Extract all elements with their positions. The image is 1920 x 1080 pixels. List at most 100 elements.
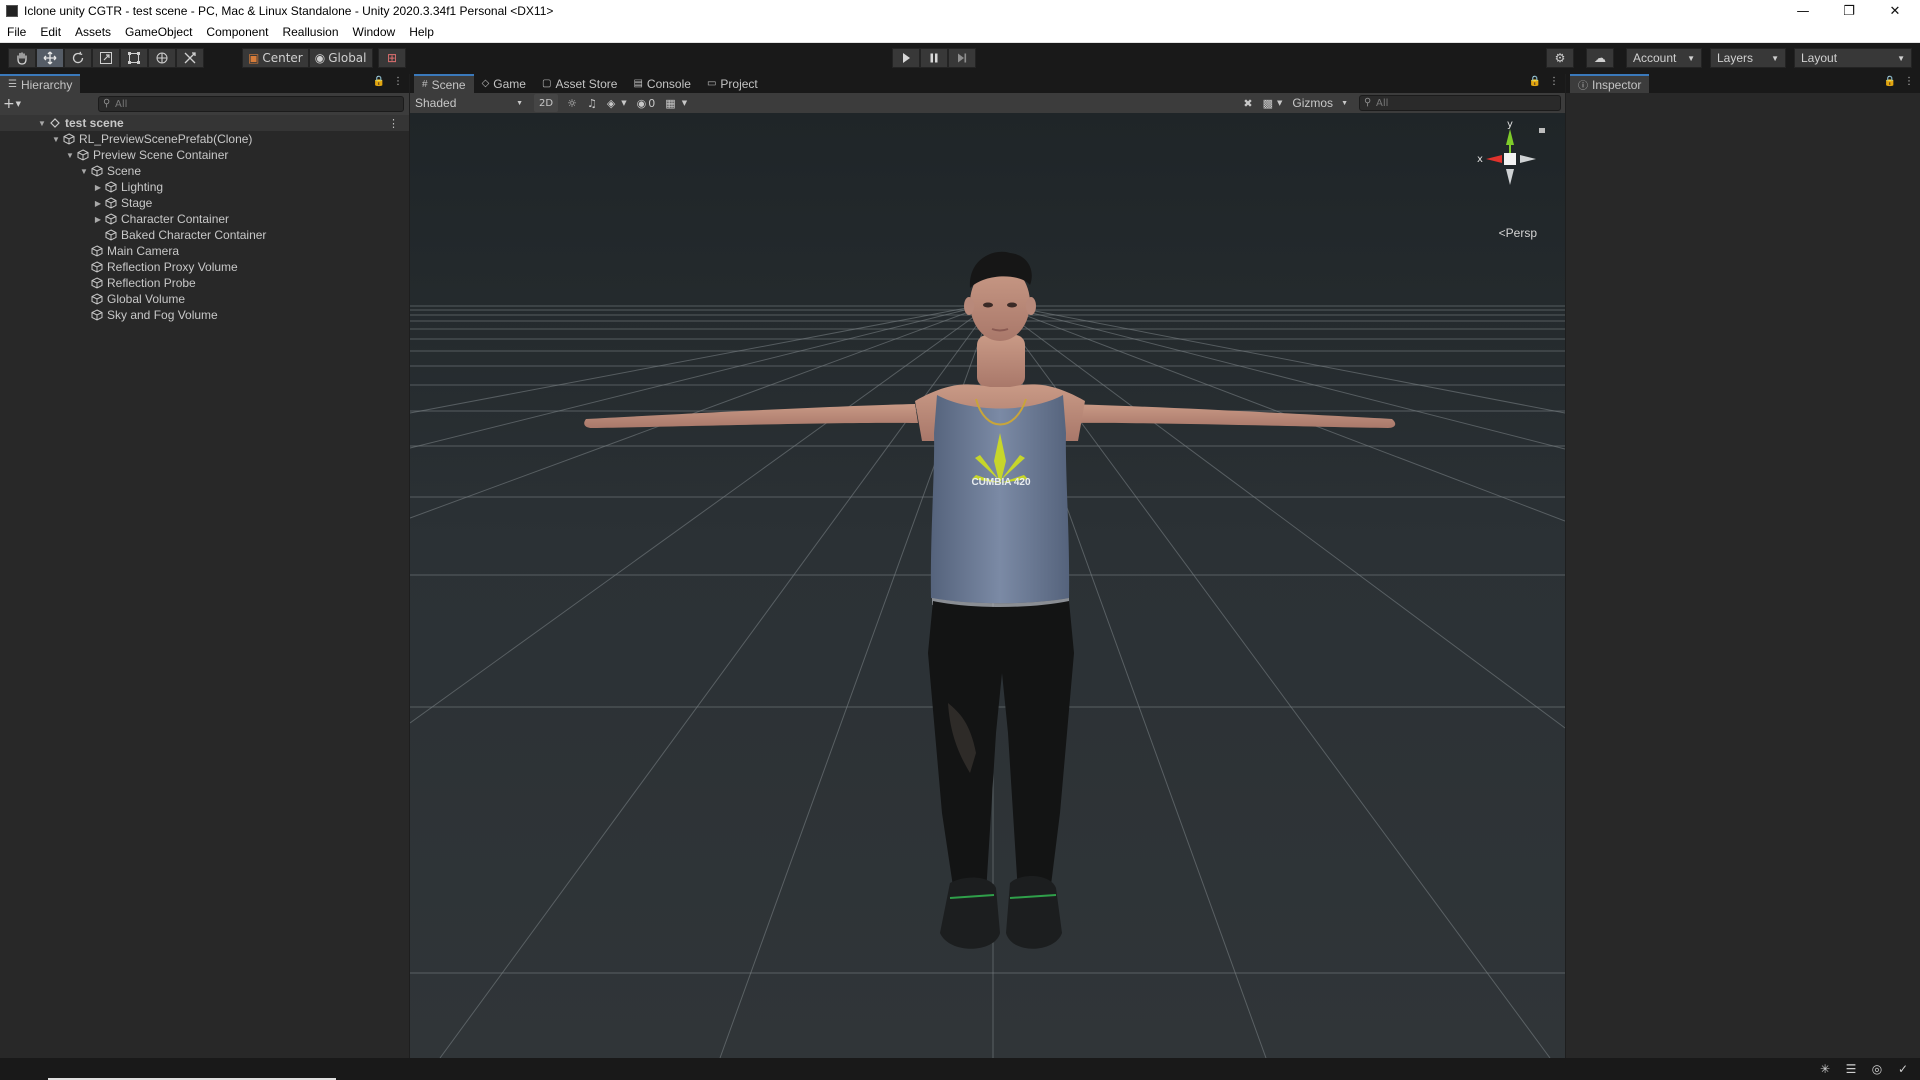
chevron-down-icon: ▼ <box>1897 53 1905 63</box>
lock-icon[interactable]: 🔒 <box>373 76 385 87</box>
scale-tool-icon[interactable] <box>92 48 120 68</box>
gameobject-cube-icon <box>104 196 118 210</box>
network-icon[interactable]: ◎ <box>1870 1062 1884 1076</box>
tab-hierarchy[interactable]: ☰ Hierarchy <box>0 74 81 93</box>
hierarchy-scene-root[interactable]: ▼ test scene ⋮ <box>0 115 409 131</box>
tools-icon[interactable]: ✖ <box>1238 94 1257 112</box>
mode-2d-button[interactable]: 2D <box>534 94 559 112</box>
expand-arrow-icon[interactable]: ▼ <box>36 119 48 128</box>
search-icon: ⚲ <box>1364 97 1372 108</box>
kebab-menu-icon[interactable]: ⋮ <box>393 76 403 87</box>
menu-component[interactable]: Component <box>199 25 275 39</box>
hidden-objects-button[interactable]: ◉ 0 <box>632 94 661 112</box>
kebab-menu-icon[interactable]: ⋮ <box>1904 76 1914 87</box>
unity-scene-icon <box>48 116 62 130</box>
hierarchy-item[interactable]: ▶ Lighting <box>0 179 409 195</box>
menu-help[interactable]: Help <box>402 25 441 39</box>
kebab-menu-icon[interactable]: ⋮ <box>388 117 399 130</box>
collab-icon[interactable]: ⚙ <box>1546 48 1574 68</box>
lock-icon[interactable]: 🔒 <box>1529 76 1541 87</box>
layers-dropdown[interactable]: Layers ▼ <box>1710 48 1786 68</box>
grid-snap-icon[interactable]: ⊞ <box>378 48 406 68</box>
expand-arrow-icon[interactable]: ▼ <box>64 151 76 160</box>
layers-label: Layers <box>1717 51 1754 65</box>
hierarchy-item[interactable]: ▶ Stage <box>0 195 409 211</box>
effects-toggle-icon[interactable]: ◈ ▼ <box>602 94 632 112</box>
tab-console[interactable]: ▤ Console <box>625 74 698 93</box>
collapse-arrow-icon[interactable]: ▶ <box>92 215 104 224</box>
hierarchy-item[interactable]: Sky and Fog Volume <box>0 307 409 323</box>
character-model[interactable] <box>410 113 1565 1058</box>
orientation-gizmo[interactable]: y x <box>1470 119 1550 209</box>
hierarchy-item[interactable]: ▼ Preview Scene Container <box>0 147 409 163</box>
pivot-rotation-button[interactable]: ◉ Global <box>308 48 373 68</box>
camera-icon[interactable]: ▩ ▼ <box>1258 94 1288 112</box>
tab-asset-store[interactable]: ▢ Asset Store <box>534 74 625 93</box>
pivot-mode-label: Center <box>262 51 303 65</box>
layout-dropdown[interactable]: Layout ▼ <box>1794 48 1912 68</box>
scene-search-input[interactable]: ⚲ All <box>1359 95 1561 111</box>
scene-viewport[interactable]: CUMBIA 420 y x <Persp <box>410 113 1565 1058</box>
tab-game[interactable]: ◇ Game <box>474 74 534 93</box>
folder-icon: ▭ <box>706 78 717 89</box>
pause-icon[interactable] <box>920 48 948 68</box>
rotate-tool-icon[interactable] <box>64 48 92 68</box>
expand-arrow-icon[interactable]: ▼ <box>78 167 90 176</box>
create-button[interactable]: + ▼ <box>0 96 24 112</box>
restore-icon[interactable]: ❐ <box>1826 0 1872 22</box>
hierarchy-panel: ☰ Hierarchy 🔒 ⋮ + ▼ ⚲ All ▼ test scene ⋮ ▼ RL… <box>0 74 409 1058</box>
draw-mode-dropdown[interactable]: Shaded ▼ <box>410 94 528 112</box>
hierarchy-item[interactable]: ▼ Scene <box>0 163 409 179</box>
hierarchy-item[interactable]: Global Volume <box>0 291 409 307</box>
hierarchy-item-label: Sky and Fog Volume <box>107 308 218 322</box>
grid-toggle-icon[interactable]: ▦ ▼ <box>660 94 692 112</box>
tab-project-label: Project <box>720 76 758 91</box>
cloud-icon[interactable]: ☁ <box>1586 48 1614 68</box>
tab-project[interactable]: ▭ Project <box>699 74 766 93</box>
move-tool-icon[interactable] <box>36 48 64 68</box>
collapse-arrow-icon[interactable]: ▶ <box>92 183 104 192</box>
expand-arrow-icon[interactable]: ▼ <box>50 135 62 144</box>
collapse-arrow-icon[interactable]: ▶ <box>92 199 104 208</box>
gizmos-dropdown[interactable]: Gizmos ▼ <box>1287 94 1353 112</box>
step-icon[interactable] <box>948 48 976 68</box>
lighting-toggle-icon[interactable]: ☼ <box>562 94 582 112</box>
hand-tool-icon[interactable] <box>8 48 36 68</box>
draw-mode-label: Shaded <box>415 96 457 110</box>
menu-assets[interactable]: Assets <box>68 25 118 39</box>
hierarchy-item[interactable]: Reflection Proxy Volume <box>0 259 409 275</box>
menu-file[interactable]: File <box>0 25 33 39</box>
account-dropdown[interactable]: Account ▼ <box>1626 48 1702 68</box>
transform-tool-icon[interactable] <box>148 48 176 68</box>
kebab-menu-icon[interactable]: ⋮ <box>1549 76 1559 87</box>
minimize-icon[interactable]: — <box>1780 0 1826 22</box>
close-icon[interactable]: ✕ <box>1872 0 1918 22</box>
hierarchy-item[interactable]: ▶ Character Container <box>0 211 409 227</box>
chevron-down-icon: ▼ <box>516 99 523 107</box>
layers-status-icon[interactable]: ☰ <box>1844 1062 1858 1076</box>
menu-reallusion[interactable]: Reallusion <box>275 25 345 39</box>
lock-icon[interactable]: 🔒 <box>1884 76 1896 87</box>
hierarchy-item[interactable]: Baked Character Container <box>0 227 409 243</box>
menu-edit[interactable]: Edit <box>33 25 68 39</box>
hierarchy-item-label: Preview Scene Container <box>93 148 229 162</box>
check-circle-icon[interactable]: ✓ <box>1896 1062 1910 1076</box>
tab-scene[interactable]: # Scene <box>414 74 474 93</box>
scene-tabbar: # Scene ◇ Game ▢ Asset Store ▤ Console ▭… <box>410 74 1565 93</box>
play-icon[interactable] <box>892 48 920 68</box>
hierarchy-item[interactable]: ▼ RL_PreviewScenePrefab(Clone) <box>0 131 409 147</box>
hierarchy-item[interactable]: Reflection Probe <box>0 275 409 291</box>
bug-icon[interactable]: ✳ <box>1818 1062 1832 1076</box>
tab-inspector[interactable]: ⓘ Inspector <box>1570 74 1650 93</box>
chevron-down-icon: ▼ <box>1771 53 1779 63</box>
hierarchy-item[interactable]: Main Camera <box>0 243 409 259</box>
menu-window[interactable]: Window <box>346 25 403 39</box>
snap-controls: ⊞ <box>378 48 406 68</box>
pivot-mode-button[interactable]: ▣ Center <box>242 48 309 68</box>
audio-toggle-icon[interactable]: ♫ <box>582 94 602 112</box>
rect-tool-icon[interactable] <box>120 48 148 68</box>
projection-toggle[interactable]: <Persp <box>1499 226 1537 240</box>
custom-tool-icon[interactable] <box>176 48 204 68</box>
hierarchy-search-input[interactable]: ⚲ All <box>98 96 404 112</box>
menu-gameobject[interactable]: GameObject <box>118 25 199 39</box>
